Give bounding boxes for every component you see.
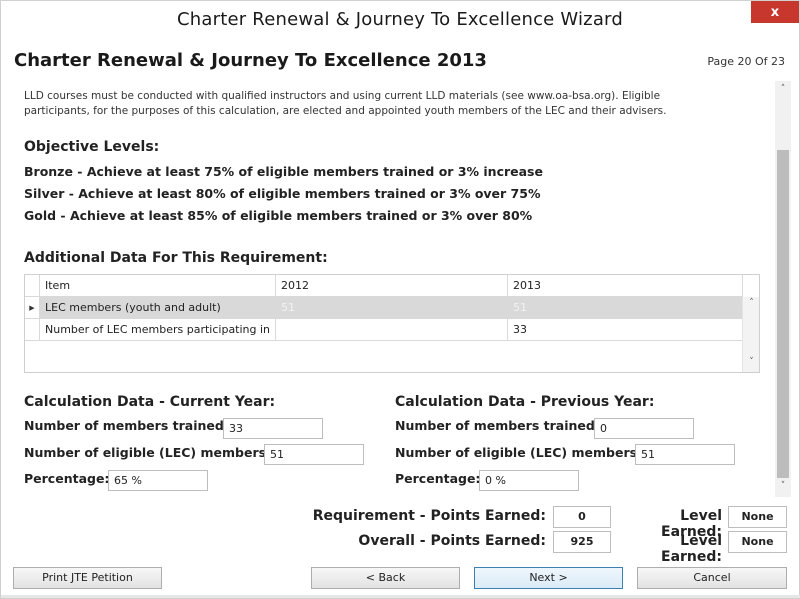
requirement-level-field[interactable]: None <box>728 506 787 528</box>
grid-header-row: Item 2012 2013 <box>25 275 743 297</box>
close-button[interactable]: x <box>751 1 799 23</box>
print-petition-button[interactable]: Print JTE Petition <box>13 567 162 589</box>
scroll-up-icon[interactable]: ˄ <box>743 298 760 308</box>
cell-item[interactable]: Number of LEC members participating in <box>40 319 276 341</box>
scroll-thumb[interactable] <box>777 150 789 478</box>
previous-percentage-field[interactable]: 0 % <box>479 470 579 491</box>
cell-2013[interactable]: 33 <box>508 319 743 341</box>
table-row[interactable]: ▶ LEC members (youth and adult) 51 51 <box>25 297 743 319</box>
column-header-2013[interactable]: 2013 <box>508 275 743 297</box>
additional-data-grid[interactable]: Item 2012 2013 ▶ LEC members (youth and … <box>24 274 760 373</box>
current-trained-field[interactable]: 33 <box>223 418 323 439</box>
page-title: Charter Renewal & Journey To Excellence … <box>14 50 487 71</box>
level-bronze: Bronze - Achieve at least 75% of eligibl… <box>24 164 543 179</box>
scroll-up-icon[interactable]: ˄ <box>775 84 791 94</box>
previous-trained-label: Number of members trained: <box>395 418 600 433</box>
previous-year-title: Calculation Data - Previous Year: <box>395 394 655 410</box>
next-button[interactable]: Next > <box>474 567 623 589</box>
overall-level-field[interactable]: None <box>728 531 787 553</box>
previous-eligible-field[interactable]: 51 <box>635 444 735 465</box>
intro-text: LLD courses must be conducted with quali… <box>24 90 667 117</box>
current-trained-label: Number of members trained: <box>24 418 229 433</box>
scroll-down-icon[interactable]: ˅ <box>743 357 760 367</box>
row-selector <box>25 319 40 341</box>
requirement-points-label: Requirement - Points Earned: <box>312 508 546 524</box>
scroll-down-icon[interactable]: ˅ <box>775 481 791 491</box>
cell-2012[interactable] <box>276 319 508 341</box>
table-row[interactable]: Number of LEC members participating in 3… <box>25 319 743 341</box>
grid-scrollbar[interactable]: ˄ ˅ <box>742 297 759 372</box>
content-scrollbar[interactable]: ˄ ˅ <box>775 81 791 497</box>
content-panel: LLD courses must be conducted with quali… <box>14 81 791 497</box>
current-eligible-label: Number of eligible (LEC) members: <box>24 445 272 460</box>
cell-item[interactable]: LEC members (youth and adult) <box>40 297 276 319</box>
requirement-points-field[interactable]: 0 <box>553 506 611 528</box>
additional-data-title: Additional Data For This Requirement: <box>24 250 328 266</box>
overall-level-label: Level Earned: <box>661 533 722 565</box>
wizard-window: Charter Renewal & Journey To Excellence … <box>0 0 800 599</box>
column-header-2012[interactable]: 2012 <box>276 275 508 297</box>
cancel-button[interactable]: Cancel <box>637 567 787 589</box>
cell-2013[interactable]: 51 <box>508 297 743 319</box>
current-eligible-field[interactable]: 51 <box>264 444 364 465</box>
row-selector-arrow-icon: ▶ <box>25 297 40 319</box>
current-percentage-label: Percentage: <box>24 471 110 486</box>
page-counter: Page 20 Of 23 <box>707 55 785 68</box>
title-bar: Charter Renewal & Journey To Excellence … <box>1 1 799 39</box>
column-header-item[interactable]: Item <box>40 275 276 297</box>
bottom-border <box>1 595 800 598</box>
current-year-title: Calculation Data - Current Year: <box>24 394 276 410</box>
back-button[interactable]: < Back <box>311 567 460 589</box>
overall-points-label: Overall - Points Earned: <box>358 533 546 549</box>
cell-2012[interactable]: 51 <box>276 297 508 319</box>
current-percentage-field[interactable]: 65 % <box>108 470 208 491</box>
previous-percentage-label: Percentage: <box>395 471 481 486</box>
window-title: Charter Renewal & Journey To Excellence … <box>177 9 623 30</box>
overall-points-field[interactable]: 925 <box>553 531 611 553</box>
level-gold: Gold - Achieve at least 85% of eligible … <box>24 208 533 223</box>
level-silver: Silver - Achieve at least 80% of eligibl… <box>24 186 541 201</box>
previous-trained-field[interactable]: 0 <box>594 418 694 439</box>
objective-levels-title: Objective Levels: <box>24 139 160 155</box>
grid-corner <box>25 275 40 297</box>
previous-eligible-label: Number of eligible (LEC) members: <box>395 445 643 460</box>
